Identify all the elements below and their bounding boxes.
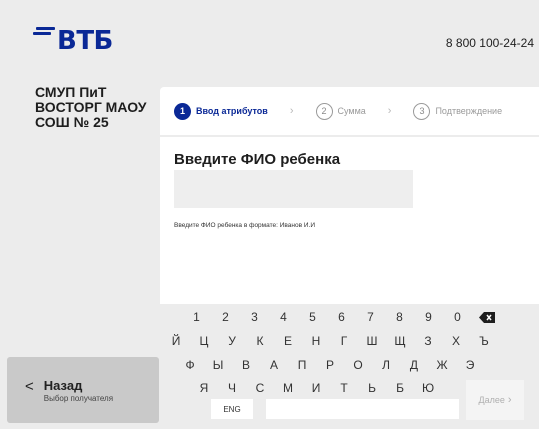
key-1[interactable]: 1 [182, 307, 211, 327]
key-letter[interactable]: О [344, 355, 372, 375]
keyboard-row-2: Ф Ы В А П Р О Л Д Ж Э [176, 355, 484, 375]
next-button[interactable]: Далее › [466, 380, 524, 420]
key-letter[interactable]: Х [442, 331, 470, 351]
key-letter[interactable]: З [414, 331, 442, 351]
key-letter[interactable]: Щ [386, 331, 414, 351]
stepper: 1 Ввод атрибутов › 2 Сумма › 3 Подтвержд… [160, 87, 539, 135]
form-panel: Введите ФИО ребенка Введите ФИО ребенка … [160, 137, 539, 304]
key-letter[interactable]: Ы [204, 355, 232, 375]
step-attributes: 1 Ввод атрибутов [174, 102, 268, 120]
key-letter[interactable]: М [274, 378, 302, 398]
child-name-input[interactable] [174, 170, 413, 208]
back-button[interactable]: < Назад Выбор получателя [7, 357, 159, 423]
key-letter[interactable]: П [288, 355, 316, 375]
key-letter[interactable]: Ю [414, 378, 442, 398]
back-button-text: Назад Выбор получателя [44, 378, 113, 403]
chevron-right-icon: › [507, 394, 512, 406]
step-number: 2 [315, 102, 333, 120]
key-letter[interactable]: Й [162, 331, 190, 351]
next-button-label: Далее [478, 395, 505, 405]
key-letter[interactable]: Ч [218, 378, 246, 398]
keyboard-row-1: Й Ц У К Е Н Г Ш Щ З Х Ъ [162, 331, 498, 351]
vtb-logo: ВТБ [33, 24, 113, 60]
form-title: Введите ФИО ребенка [174, 151, 341, 168]
back-button-subtitle: Выбор получателя [43, 393, 114, 403]
key-letter[interactable]: Д [400, 355, 428, 375]
key-letter[interactable]: Е [274, 331, 302, 351]
key-letter[interactable]: Ц [190, 331, 218, 351]
recipient-name: СМУП ПиТ ВОСТОРГ МАОУ СОШ № 25 [35, 84, 147, 130]
step-label: Сумма [337, 106, 366, 116]
key-letter[interactable]: В [232, 355, 260, 375]
language-switch-key[interactable]: ENG [211, 399, 253, 419]
key-letter[interactable]: К [246, 331, 274, 351]
chevron-left-icon: < [25, 377, 34, 395]
chevron-right-icon: › [289, 105, 294, 117]
key-letter[interactable]: У [218, 331, 246, 351]
key-letter[interactable]: Я [190, 378, 218, 398]
key-letter[interactable]: Ъ [470, 331, 498, 351]
key-letter[interactable]: А [260, 355, 288, 375]
key-letter[interactable]: С [246, 378, 274, 398]
key-7[interactable]: 7 [356, 307, 385, 327]
key-5[interactable]: 5 [298, 307, 327, 327]
key-0[interactable]: 0 [443, 307, 472, 327]
logo-lines-icon [33, 27, 55, 43]
back-button-title: Назад [43, 377, 83, 393]
key-6[interactable]: 6 [327, 307, 356, 327]
key-3[interactable]: 3 [240, 307, 269, 327]
key-letter[interactable]: Ш [358, 331, 386, 351]
backspace-icon[interactable] [472, 307, 501, 327]
step-number: 3 [413, 102, 431, 120]
key-letter[interactable]: Р [316, 355, 344, 375]
step-label: Подтверждение [435, 106, 503, 116]
key-letter[interactable]: И [302, 378, 330, 398]
key-letter[interactable]: Т [330, 378, 358, 398]
space-key[interactable] [266, 399, 459, 419]
step-number: 1 [174, 102, 191, 120]
key-letter[interactable]: Г [330, 331, 358, 351]
key-letter[interactable]: Ф [176, 355, 204, 375]
key-9[interactable]: 9 [414, 307, 443, 327]
onscreen-keyboard: 1 2 3 4 5 6 7 8 9 0 Й Ц У К Е Н Г Ш Щ З … [160, 304, 539, 429]
chevron-right-icon: › [387, 105, 392, 117]
key-letter[interactable]: Б [386, 378, 414, 398]
step-confirmation: 3 Подтверждение [413, 102, 503, 120]
key-letter[interactable]: Л [372, 355, 400, 375]
key-letter[interactable]: Н [302, 331, 330, 351]
key-letter[interactable]: Ь [358, 378, 386, 398]
logo-text: ВТБ [57, 26, 113, 56]
keyboard-row-3: Я Ч С М И Т Ь Б Ю [190, 378, 442, 398]
keyboard-row-digits: 1 2 3 4 5 6 7 8 9 0 [182, 307, 501, 327]
key-4[interactable]: 4 [269, 307, 298, 327]
key-8[interactable]: 8 [385, 307, 414, 327]
key-2[interactable]: 2 [211, 307, 240, 327]
step-amount: 2 Сумма [315, 102, 366, 120]
input-hint: Введите ФИО ребенка в формате: Иванов И.… [174, 222, 316, 229]
key-letter[interactable]: Ж [428, 355, 456, 375]
step-label: Ввод атрибутов [196, 106, 268, 116]
phone-number: 8 800 100-24-24 [445, 36, 534, 50]
key-letter[interactable]: Э [456, 355, 484, 375]
